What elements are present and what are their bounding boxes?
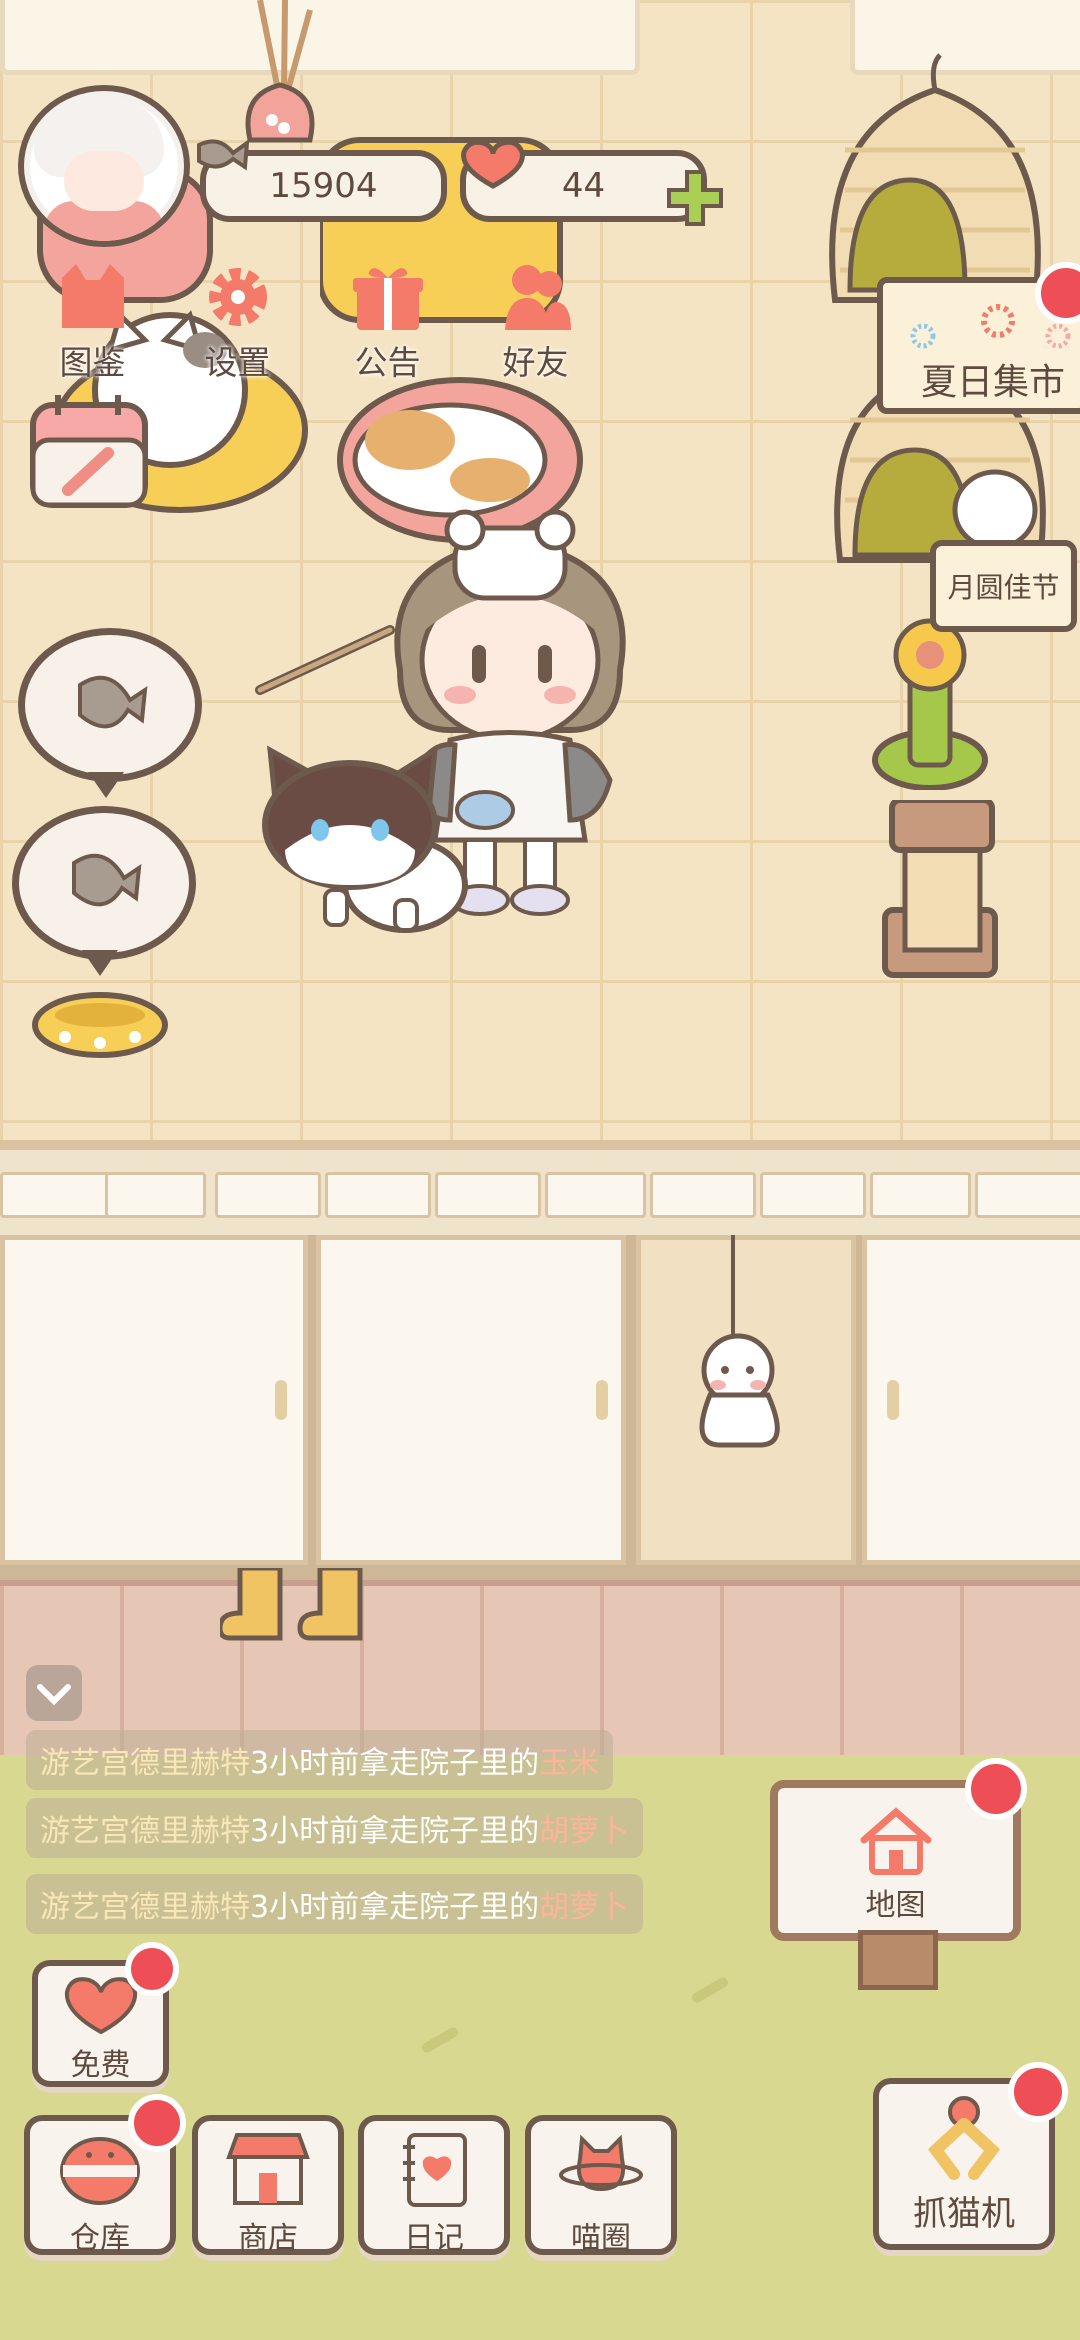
friends-label: 好友 [502,343,569,382]
shoji-door[interactable] [316,1235,626,1565]
friends-button[interactable]: 好友 [478,260,593,382]
calico-cat[interactable] [245,740,475,940]
summer-market-label: 夏日集市 [921,362,1066,403]
bubble-tail [82,950,118,976]
edit-note-icon[interactable] [28,395,153,510]
sliding-doors [0,1235,1080,1580]
free-label: 免费 [70,2048,131,2083]
sign-post [858,1930,938,1990]
cat-circle-label: 喵圈 [571,2221,631,2256]
activity-log-entry: 游艺宫德里赫特 3小时前拿走院子里的 玉米 [26,1730,614,1790]
catalog-button[interactable]: 图鉴 [35,260,150,382]
cat-book-icon [61,264,124,328]
log-action: 3小时前拿走院子里的 [250,1746,540,1781]
heart-count: 44 [561,166,606,206]
shop-icon [226,2133,310,2205]
catalog-label: 图鉴 [59,343,126,382]
scratching-post[interactable] [880,800,1010,980]
chevron-down-icon [37,1684,71,1706]
settings-label: 设置 [204,343,271,382]
fish-request-bubble[interactable] [18,628,202,782]
fish-icon [78,675,148,729]
shop-button[interactable]: 商店 [192,2115,344,2256]
storage-icon [60,2137,140,2205]
log-player-name: 游艺宫德里赫特 [40,1746,250,1781]
gift-icon [352,268,423,330]
friends-icon [504,265,571,330]
shoji-door[interactable] [862,1235,1080,1565]
teru-teru-bozu-charm[interactable] [680,1235,800,1455]
log-item: 胡萝卜 [539,1814,630,1849]
fish-request-bubble[interactable] [12,806,196,960]
fish-icon [72,853,142,907]
diary-label: 日记 [404,2221,464,2256]
notification-dot [965,1758,1027,1820]
notification-dot [128,2094,186,2152]
mid-autumn-label: 月圆佳节 [947,571,1060,604]
house-icon [860,1807,931,1875]
claw-icon [927,2096,1001,2180]
announcements-label: 公告 [354,343,421,382]
log-item: 玉米 [539,1746,600,1781]
rain-boots[interactable] [220,1568,390,1668]
cat-planet-icon [559,2134,643,2192]
log-action: 3小时前拿走院子里的 [250,1890,540,1925]
notification-dot [125,1942,179,1996]
shop-label: 商店 [238,2221,298,2256]
log-action: 3小时前拿走院子里的 [250,1814,540,1849]
shoji-door[interactable] [0,1235,308,1565]
log-player-name: 游艺宫德里赫特 [40,1814,250,1849]
player-avatar[interactable] [18,85,190,247]
heart-icon [461,139,525,189]
cat-teaser-toy [255,625,395,695]
collapse-log-button[interactable] [26,1665,82,1721]
diary-icon [403,2133,467,2207]
map-label: 地图 [865,1888,926,1923]
gear-icon [208,268,267,326]
announcements-button[interactable]: 公告 [330,260,445,382]
cat-circle-button[interactable]: 喵圈 [525,2115,677,2256]
settings-button[interactable]: 设置 [180,260,295,382]
mid-autumn-event-button[interactable]: 月圆佳节 [930,540,1077,632]
activity-log-entry: 游艺宫德里赫特 3小时前拿走院子里的 胡萝卜 [26,1874,644,1934]
claw-machine-label: 抓猫机 [913,2194,1015,2234]
flower-scratcher[interactable] [870,615,1000,790]
food-bowl[interactable] [30,985,170,1065]
add-hearts-button[interactable] [665,168,725,228]
diary-button[interactable]: 日记 [358,2115,510,2256]
notification-dot [1008,2062,1068,2122]
activity-log-entry: 游艺宫德里赫特 3小时前拿走院子里的 胡萝卜 [26,1798,644,1858]
fish-count: 15904 [269,166,378,206]
bubble-tail [88,772,124,798]
fish-icon [197,138,250,171]
warehouse-label: 仓库 [70,2221,130,2256]
log-player-name: 游艺宫德里赫特 [40,1890,250,1925]
log-item: 胡萝卜 [539,1890,630,1925]
